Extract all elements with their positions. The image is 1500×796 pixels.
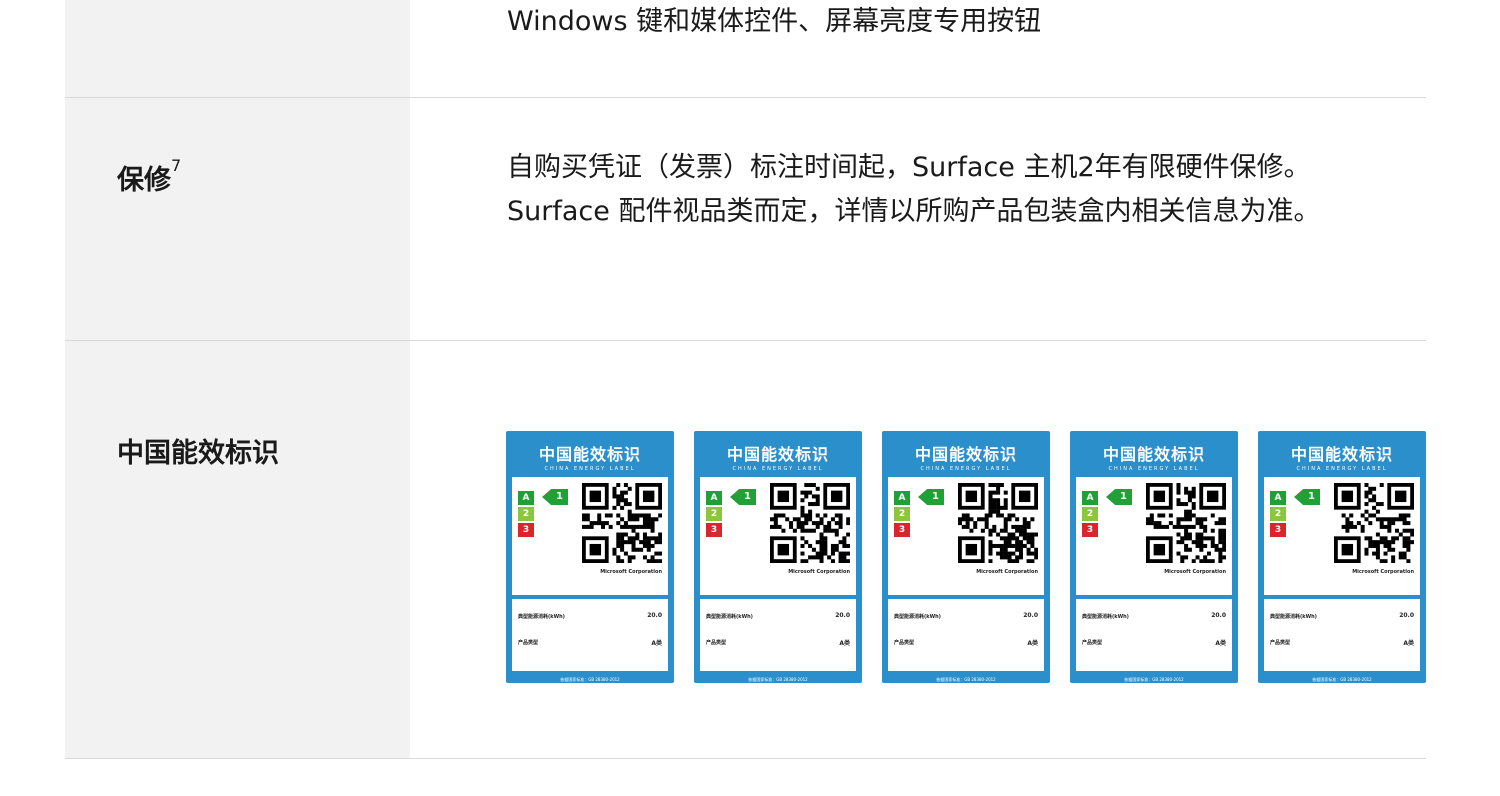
energy-label-footer: 依据国家标准：GB 28380-2012 <box>560 677 620 682</box>
spec-value-warranty: 自购买凭证（发票）标注时间起，Surface 主机2年有限硬件保修。Surfac… <box>507 152 1321 227</box>
spec-row-warranty: 保修7 自购买凭证（发票）标注时间起，Surface 主机2年有限硬件保修。Su… <box>65 98 1426 341</box>
energy-label-company: Microsoft Corporation <box>600 569 662 575</box>
energy-consumption-value: 20.0 <box>647 612 662 619</box>
energy-label-info-panel: 典型能源消耗(kWh) 20.0 产品类型 A类 <box>888 599 1044 671</box>
qr-code-icon <box>1334 483 1415 564</box>
energy-label-info-panel: 典型能源消耗(kWh) 20.0 产品类型 A类 <box>512 599 668 671</box>
energy-labels-group: 中国能效标识 CHINA ENERGY LABEL A 2 3 1 Micros… <box>506 431 1426 683</box>
energy-label-title: 中国能效标识 <box>1102 445 1205 464</box>
grade-3-bar: 3 <box>518 523 534 537</box>
energy-label-subtitle: CHINA ENERGY LABEL <box>920 466 1012 472</box>
spec-label-energy: 中国能效标识 <box>65 341 410 758</box>
product-class-value: A类 <box>839 640 850 647</box>
energy-label-card: 中国能效标识 CHINA ENERGY LABEL A 2 3 1 Micros… <box>694 431 862 683</box>
grade-2-bar: 2 <box>706 507 722 521</box>
spec-label-warranty: 保修7 <box>65 98 410 340</box>
energy-label-title: 中国能效标识 <box>914 445 1017 464</box>
energy-label-subtitle: CHINA ENERGY LABEL <box>732 466 824 472</box>
grade-1-bar: A <box>1270 491 1286 505</box>
energy-label-grade-panel: A 2 3 1 Microsoft Corporation <box>888 477 1044 595</box>
spec-label-empty <box>65 0 410 97</box>
energy-label-company: Microsoft Corporation <box>788 569 850 575</box>
energy-consumption-label: 典型能源消耗(kWh) <box>1270 614 1317 620</box>
energy-label-grade-panel: A 2 3 1 Microsoft Corporation <box>1076 477 1232 595</box>
energy-consumption-label: 典型能源消耗(kWh) <box>894 614 941 620</box>
energy-label-subtitle: CHINA ENERGY LABEL <box>544 466 636 472</box>
warranty-label-text: 保修 <box>117 165 171 196</box>
energy-consumption-value: 20.0 <box>1399 612 1414 619</box>
grade-2-bar: 2 <box>1270 507 1286 521</box>
grade-1-bar: A <box>518 491 534 505</box>
grade-arrow-icon: 1 <box>1294 489 1320 505</box>
energy-label-card: 中国能效标识 CHINA ENERGY LABEL A 2 3 1 Micros… <box>506 431 674 683</box>
energy-label-info-panel: 典型能源消耗(kWh) 20.0 产品类型 A类 <box>1264 599 1420 671</box>
energy-label-title: 中国能效标识 <box>538 445 641 464</box>
energy-consumption-label: 典型能源消耗(kWh) <box>1082 614 1129 620</box>
energy-consumption-value: 20.0 <box>835 612 850 619</box>
energy-label-footer: 依据国家标准：GB 28380-2012 <box>1312 677 1372 682</box>
grade-3-bar: 3 <box>706 523 722 537</box>
energy-label-company: Microsoft Corporation <box>1164 569 1226 575</box>
qr-code-icon <box>1146 483 1227 564</box>
grade-2-bar: 2 <box>1082 507 1098 521</box>
energy-label-company: Microsoft Corporation <box>976 569 1038 575</box>
energy-label-card: 中国能效标识 CHINA ENERGY LABEL A 2 3 1 Micros… <box>1258 431 1426 683</box>
product-class-label: 产品类型 <box>894 640 915 646</box>
energy-label-subtitle: CHINA ENERGY LABEL <box>1296 466 1388 472</box>
spec-table: Windows 键和媒体控件、屏幕亮度专用按钮 保修7 自购买凭证（发票）标注时… <box>65 0 1426 759</box>
energy-label-grade-panel: A 2 3 1 Microsoft Corporation <box>700 477 856 595</box>
energy-consumption-label: 典型能源消耗(kWh) <box>518 614 565 620</box>
energy-label-card: 中国能效标识 CHINA ENERGY LABEL A 2 3 1 Micros… <box>882 431 1050 683</box>
grade-arrow-icon: 1 <box>730 489 756 505</box>
grade-3-bar: 3 <box>1270 523 1286 537</box>
energy-label-footer: 依据国家标准：GB 28380-2012 <box>748 677 808 682</box>
qr-code-icon <box>958 483 1039 564</box>
energy-consumption-value: 20.0 <box>1211 612 1226 619</box>
product-class-value: A类 <box>651 640 662 647</box>
energy-label-footer: 依据国家标准：GB 28380-2012 <box>936 677 996 682</box>
product-class-label: 产品类型 <box>706 640 727 646</box>
grade-arrow-icon: 1 <box>542 489 568 505</box>
energy-label-company: Microsoft Corporation <box>1352 569 1414 575</box>
product-class-value: A类 <box>1027 640 1038 647</box>
energy-label-grade-panel: A 2 3 1 Microsoft Corporation <box>1264 477 1420 595</box>
energy-consumption-label: 典型能源消耗(kWh) <box>706 614 753 620</box>
product-class-label: 产品类型 <box>1082 640 1103 646</box>
footnote-7-link[interactable]: 7 <box>171 156 181 175</box>
qr-code-icon <box>582 483 663 564</box>
spec-row-buttons: Windows 键和媒体控件、屏幕亮度专用按钮 <box>65 0 1426 98</box>
energy-label-title: 中国能效标识 <box>726 445 829 464</box>
energy-label-card: 中国能效标识 CHINA ENERGY LABEL A 2 3 1 Micros… <box>1070 431 1238 683</box>
grade-3-bar: 3 <box>1082 523 1098 537</box>
grade-arrow-icon: 1 <box>918 489 944 505</box>
energy-label-footer: 依据国家标准：GB 28380-2012 <box>1124 677 1184 682</box>
grade-arrow-icon: 1 <box>1106 489 1132 505</box>
grade-2-bar: 2 <box>894 507 910 521</box>
grade-3-bar: 3 <box>894 523 910 537</box>
qr-code-icon <box>770 483 851 564</box>
grade-1-bar: A <box>706 491 722 505</box>
energy-label-subtitle: CHINA ENERGY LABEL <box>1108 466 1200 472</box>
product-class-label: 产品类型 <box>518 640 539 646</box>
spec-row-energy-label: 中国能效标识 中国能效标识 CHINA ENERGY LABEL A 2 3 1… <box>65 341 1426 759</box>
product-class-value: A类 <box>1215 640 1226 647</box>
grade-2-bar: 2 <box>518 507 534 521</box>
spec-value-buttons: Windows 键和媒体控件、屏幕亮度专用按钮 <box>507 6 1042 37</box>
energy-consumption-value: 20.0 <box>1023 612 1038 619</box>
grade-1-bar: A <box>894 491 910 505</box>
energy-label-info-panel: 典型能源消耗(kWh) 20.0 产品类型 A类 <box>700 599 856 671</box>
energy-label-info-panel: 典型能源消耗(kWh) 20.0 产品类型 A类 <box>1076 599 1232 671</box>
product-class-value: A类 <box>1403 640 1414 647</box>
energy-label-grade-panel: A 2 3 1 Microsoft Corporation <box>512 477 668 595</box>
energy-label-title: 中国能效标识 <box>1290 445 1393 464</box>
grade-1-bar: A <box>1082 491 1098 505</box>
product-class-label: 产品类型 <box>1270 640 1291 646</box>
